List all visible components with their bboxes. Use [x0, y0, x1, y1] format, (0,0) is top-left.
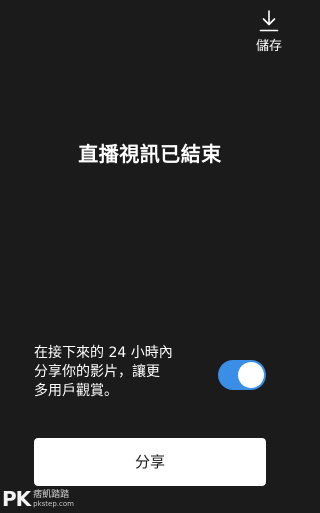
watermark: PK 痞凱踏踏 pkstep.com: [2, 487, 74, 511]
share-description-line: 分享你的影片，讓更: [34, 364, 160, 380]
share-description: 在接下來的 24 小時內 分享你的影片，讓更 多用戶觀賞。: [34, 344, 214, 401]
share-description-line: 在接下來的 24 小時內: [34, 345, 173, 361]
watermark-url: pkstep.com: [33, 499, 74, 508]
save-label: 儲存: [255, 39, 282, 54]
download-icon: [259, 10, 279, 32]
watermark-name: 痞凱踏踏: [33, 489, 70, 500]
toggle-knob: [238, 362, 264, 388]
page-title: 直播視訊已結束: [78, 142, 222, 166]
share-description-line: 多用戶觀賞。: [34, 383, 118, 399]
share-button[interactable]: 分享: [34, 438, 266, 486]
share-toggle[interactable]: [218, 360, 266, 390]
watermark-text: 痞凱踏踏 pkstep.com: [33, 490, 74, 509]
save-button[interactable]: 儲存: [252, 10, 286, 60]
watermark-logo: PK: [2, 487, 31, 511]
